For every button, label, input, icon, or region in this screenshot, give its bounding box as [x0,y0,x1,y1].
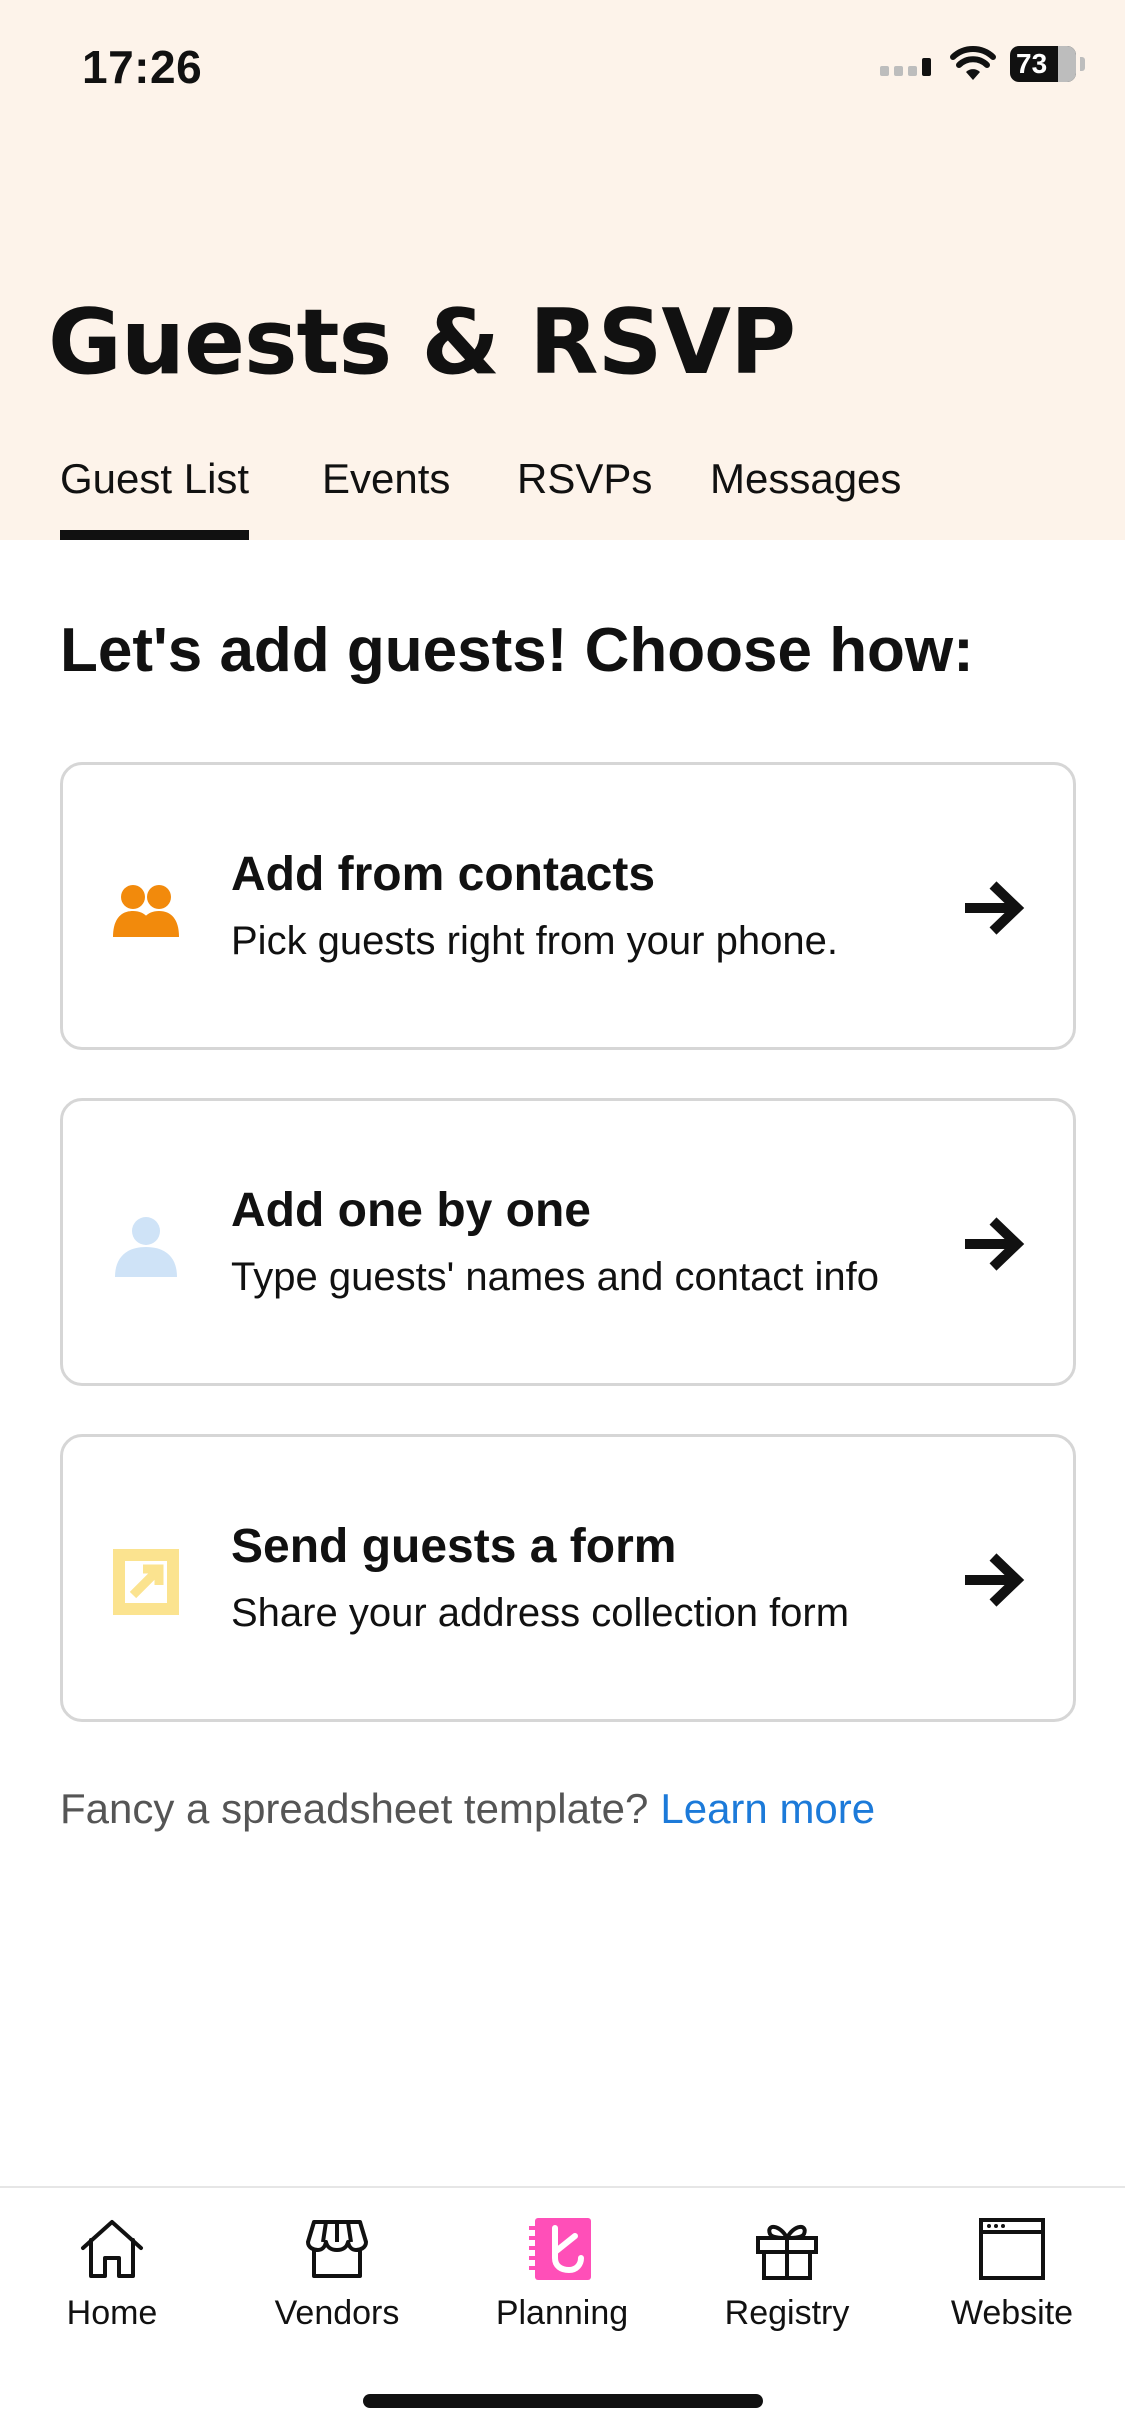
person-icon [115,1217,177,1277]
spreadsheet-template-line: Fancy a spreadsheet template? Learn more [60,1785,875,1833]
nav-website[interactable]: Website [912,2214,1112,2333]
nav-label: Website [950,2294,1074,2332]
tab-bar: Guest List Events RSVPs Messages [0,455,1125,540]
nav-planning[interactable]: Planning [462,2214,662,2333]
nav-label: Registry [724,2294,850,2332]
nav-registry[interactable]: Registry [687,2214,887,2333]
card-title: Add one by one [231,1184,591,1237]
nav-label: Home [66,2294,158,2332]
add-from-contacts-card[interactable]: Add from contacts Pick guests right from… [60,762,1076,1050]
people-icon [113,885,179,937]
share-form-icon [113,1549,179,1615]
battery-indicator: 73 [1010,46,1076,82]
card-title: Send guests a form [231,1520,677,1573]
add-one-by-one-card[interactable]: Add one by one Type guests' names and co… [60,1098,1076,1386]
home-indicator [363,2394,763,2408]
bottom-nav: Home Vendors Planning Registry Website [0,2186,1125,2436]
nav-label: Vendors [274,2294,400,2332]
wifi-icon [950,46,996,80]
card-title: Add from contacts [231,848,656,901]
status-time: 17:26 [82,41,203,93]
gift-icon [756,2225,818,2280]
home-icon [81,2220,143,2278]
battery-level: 73 [1016,48,1048,79]
tab-messages[interactable]: Messages [710,455,901,540]
browser-window-icon [979,2218,1045,2280]
card-description: Share your address collection form [231,1591,850,1635]
status-icons: 73 [880,46,1085,82]
tab-guest-list[interactable]: Guest List [60,455,250,540]
card-description: Type guests' names and contact info [231,1255,880,1299]
battery-cap [1080,57,1085,71]
tab-rsvps[interactable]: RSVPs [517,455,652,540]
cellular-signal-icon [880,58,931,76]
tab-events[interactable]: Events [322,455,450,540]
nav-label: Planning [495,2294,629,2332]
storefront-icon [306,2220,368,2278]
arrow-right-icon [965,881,1025,935]
send-guests-form-card[interactable]: Send guests a form Share your address co… [60,1434,1076,1722]
learn-more-link[interactable]: Learn more [660,1785,875,1832]
footer-text: Fancy a spreadsheet template? [60,1785,649,1832]
planning-icon [529,2218,591,2280]
header: 17:26 73 Guests & RSVP Guest List Events… [0,0,1125,540]
arrow-right-icon [965,1553,1025,1607]
nav-home[interactable]: Home [12,2214,212,2333]
section-heading: Let's add guests! Choose how: [60,616,974,685]
card-description: Pick guests right from your phone. [231,919,838,963]
page-title: Guests & RSVP [48,290,796,395]
nav-vendors[interactable]: Vendors [237,2214,437,2333]
arrow-right-icon [965,1217,1025,1271]
